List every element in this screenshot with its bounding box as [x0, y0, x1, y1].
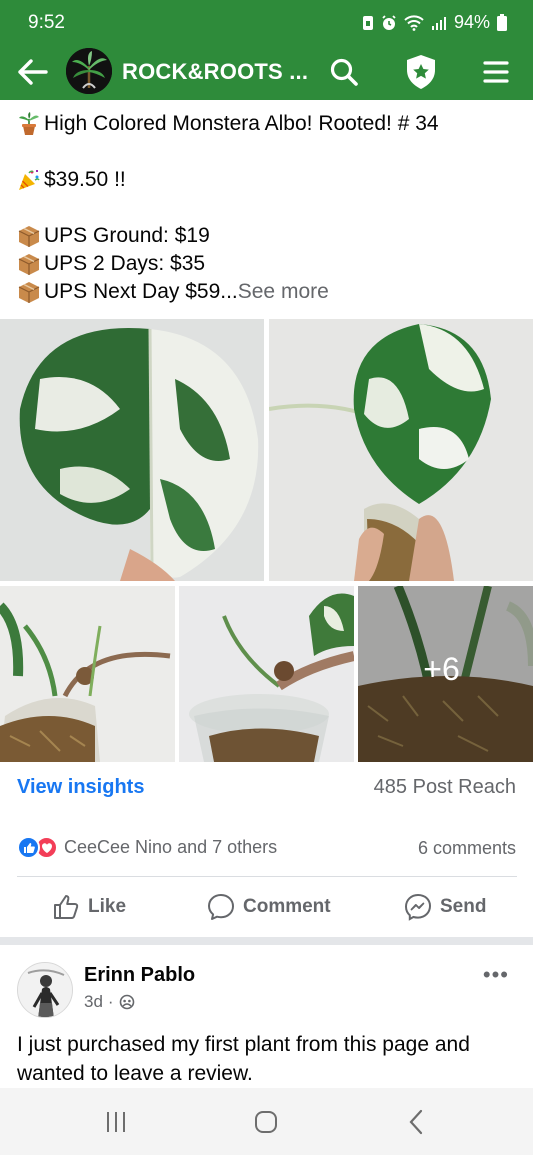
send-label: Send: [440, 896, 487, 917]
comment-label: Comment: [243, 896, 331, 917]
post-price-text: $39.50 !!: [44, 168, 126, 191]
reaction-icons: [17, 836, 58, 859]
shipping-text: UPS Next Day $59...: [44, 280, 238, 303]
more-options-icon[interactable]: •••: [483, 962, 509, 988]
status-bar: 9:52 94%: [0, 0, 533, 44]
status-icons: 94%: [362, 12, 507, 33]
post-photo[interactable]: [179, 586, 354, 762]
comment-text-line: wanted to leave a review.: [17, 1062, 253, 1085]
admin-tools-button[interactable]: [402, 52, 440, 92]
back-icon: [409, 1109, 423, 1135]
like-label: Like: [88, 896, 127, 917]
shipping-line: UPS Ground: $19: [17, 222, 517, 250]
post-photo[interactable]: [0, 586, 175, 762]
post-body: High Colored Monstera Albo! Rooted! # 34…: [17, 110, 517, 306]
recents-icon: [107, 1112, 125, 1132]
reactions-summary[interactable]: CeeCee Nino and 7 others: [17, 836, 277, 859]
post-photo[interactable]: [0, 319, 264, 581]
post-photo[interactable]: +6: [358, 586, 533, 762]
package-icon: [18, 226, 40, 247]
comments-count[interactable]: 6 comments: [418, 838, 516, 859]
home-icon: [255, 1111, 277, 1133]
audience-icon: [119, 994, 134, 1010]
post-photo[interactable]: [269, 319, 533, 581]
thumbs-up-icon: [54, 895, 79, 919]
shipping-line: UPS Next Day $59... See more: [17, 278, 517, 306]
search-button[interactable]: [326, 54, 362, 90]
alarm-icon: [381, 14, 397, 31]
post-title-line: High Colored Monstera Albo! Rooted! # 34: [17, 110, 517, 138]
search-icon: [330, 58, 358, 86]
section-divider: [0, 937, 533, 945]
comment-text-line: I just purchased my first plant from thi…: [17, 1033, 470, 1056]
post-reach: 485 Post Reach: [373, 776, 516, 798]
shipping-line: UPS 2 Days: $35: [17, 250, 517, 278]
package-icon: [18, 254, 40, 275]
like-button[interactable]: Like: [52, 892, 126, 922]
comment-bubble-icon: [208, 894, 234, 920]
page-avatar[interactable]: [66, 48, 112, 94]
comment-text: I just purchased my first plant from thi…: [17, 1030, 522, 1088]
back-button[interactable]: [16, 56, 50, 88]
comment-button[interactable]: Comment: [207, 892, 331, 922]
shipping-text: UPS 2 Days: $35: [44, 252, 206, 275]
sim-icon: [362, 15, 374, 31]
like-reaction-icon: [17, 836, 40, 859]
comment-meta: 3d ·: [84, 992, 135, 1012]
comment-time[interactable]: 3d: [84, 992, 103, 1012]
more-photos-count[interactable]: +6: [358, 586, 533, 762]
page-title[interactable]: ROCK&ROOTS ...: [122, 59, 308, 85]
shipping-text: UPS Ground: $19: [44, 224, 210, 247]
see-more-link[interactable]: See more: [238, 278, 329, 306]
party-popper-icon: [19, 170, 40, 190]
avatar[interactable]: [17, 962, 73, 1018]
back-arrow-icon: [18, 59, 48, 85]
package-icon: [18, 282, 40, 303]
send-button[interactable]: Send: [404, 892, 486, 922]
nav-back-button[interactable]: [396, 1106, 436, 1138]
menu-button[interactable]: [480, 56, 512, 88]
signal-icon: [431, 15, 447, 31]
messenger-icon: [404, 893, 432, 921]
home-button[interactable]: [246, 1106, 286, 1138]
battery-icon: [497, 14, 507, 31]
system-nav-bar: [0, 1088, 533, 1155]
status-time: 9:52: [28, 12, 65, 33]
post-price-line: $39.50 !!: [17, 166, 517, 194]
post-title-text: High Colored Monstera Albo! Rooted! # 34: [44, 112, 439, 135]
potted-plant-icon: [19, 112, 39, 135]
shield-star-icon: [407, 55, 435, 89]
menu-icon: [483, 61, 509, 83]
meta-separator: ·: [107, 992, 114, 1011]
divider: [17, 876, 517, 877]
reaction-names: CeeCee Nino and 7 others: [64, 837, 278, 857]
app-bar: ROCK&ROOTS ...: [0, 44, 533, 100]
view-insights-link[interactable]: View insights: [17, 776, 144, 799]
recents-button[interactable]: [96, 1106, 136, 1138]
wifi-icon: [404, 14, 424, 31]
battery-percent: 94%: [453, 12, 490, 32]
comment-author[interactable]: Erinn Pablo: [84, 964, 195, 987]
